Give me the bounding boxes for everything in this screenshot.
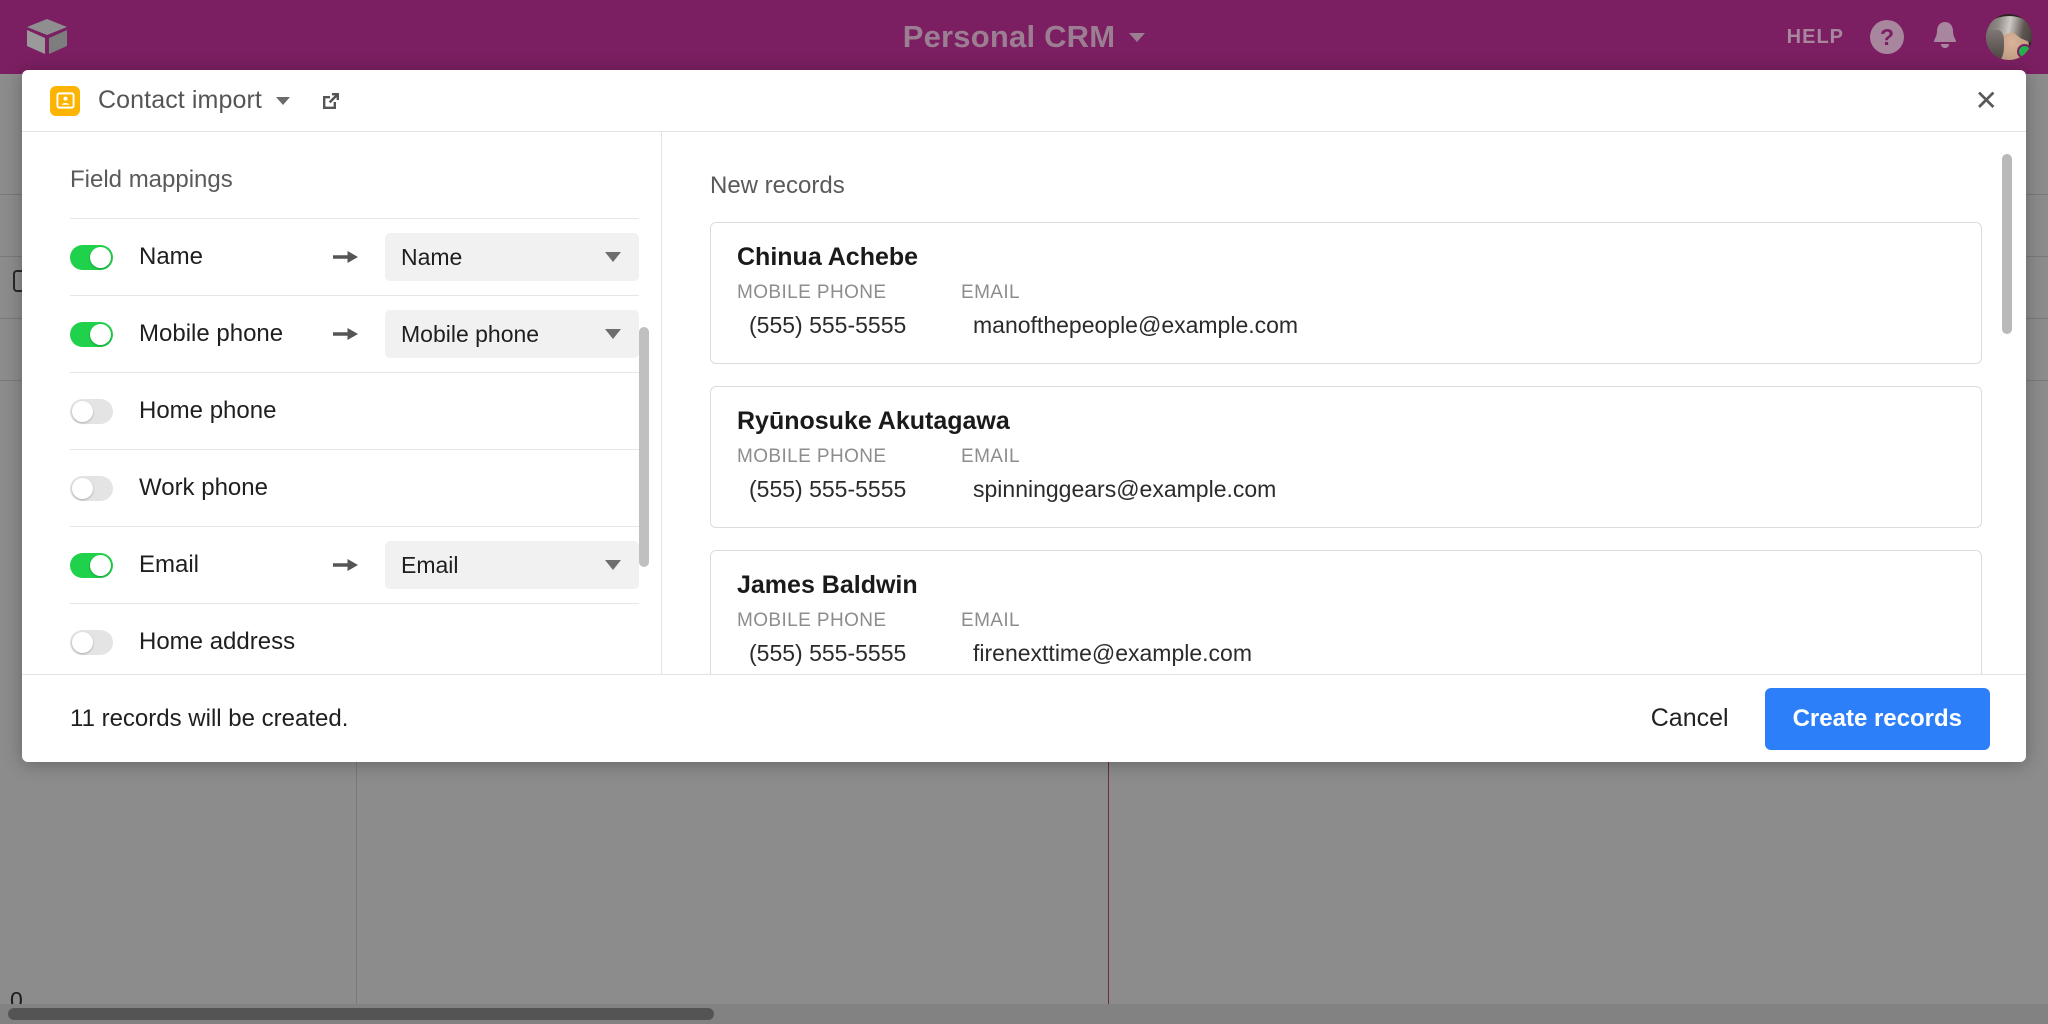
arrow-right-icon: [329, 326, 363, 342]
field-target-select-email[interactable]: Email: [385, 541, 639, 589]
new-records-heading: New records: [710, 172, 845, 199]
field-source-label: Email: [139, 551, 200, 578]
field-mappings-scrollbar[interactable]: [637, 202, 649, 666]
field-mappings-scrollbar-thumb[interactable]: [639, 327, 649, 567]
close-icon[interactable]: ✕: [1975, 86, 1998, 115]
field-source-label: Home phone: [139, 397, 277, 424]
chevron-down-icon[interactable]: [275, 96, 290, 105]
field-mapping-row[interactable]: Home phone: [70, 372, 639, 449]
record-phone-field: MOBILE PHONE (555) 555-5555: [737, 610, 961, 667]
new-records-panel: New records Chinua Achebe MOBILE PHONE (…: [662, 132, 2026, 674]
field-target-select-mobile-phone[interactable]: Mobile phone: [385, 310, 639, 358]
field-source-label: Work phone: [139, 474, 268, 501]
arrow-right-icon: [329, 557, 363, 573]
help-label[interactable]: HELP: [1787, 26, 1844, 49]
question-circle-icon[interactable]: ?: [1870, 20, 1904, 54]
caret-down-icon: [605, 252, 621, 262]
field-target-value: Mobile phone: [401, 320, 540, 347]
field-source-label: Mobile phone: [139, 320, 284, 347]
record-fields: MOBILE PHONE (555) 555-5555 EMAIL spinni…: [737, 446, 1955, 503]
bell-icon[interactable]: [1930, 19, 1960, 56]
field-target-select-home-phone: [385, 387, 639, 435]
arrow-right-icon: [329, 249, 363, 265]
field-target-value: Name: [401, 243, 463, 270]
new-records-scrollbar-thumb[interactable]: [2002, 154, 2012, 334]
field-mapping-row[interactable]: Work phone: [70, 449, 639, 526]
contact-card-icon: [50, 85, 80, 116]
field-toggle-mobile-phone[interactable]: [70, 321, 113, 347]
field-source-label: Home address: [139, 628, 296, 655]
avatar[interactable]: [1986, 14, 2032, 60]
record-phone-value: (555) 555-5555: [749, 312, 907, 338]
record-phone-field: MOBILE PHONE (555) 555-5555: [737, 282, 961, 339]
record-card[interactable]: Chinua Achebe MOBILE PHONE (555) 555-555…: [710, 222, 1982, 364]
app-root: 0 Personal CRM HELP ? Contact import ✕ F…: [0, 0, 2048, 1024]
record-fields: MOBILE PHONE (555) 555-5555 EMAIL manoft…: [737, 282, 1955, 339]
caret-down-icon: [605, 329, 621, 339]
field-toggle-home-address[interactable]: [70, 629, 113, 655]
caret-down-icon: [605, 560, 621, 570]
record-email-field: EMAIL firenexttime@example.com: [961, 610, 1252, 667]
record-email-label: EMAIL: [961, 282, 1021, 303]
create-records-button[interactable]: Create records: [1764, 687, 1990, 750]
field-source-label: Name: [139, 243, 204, 270]
airtable-cube-logo-icon[interactable]: [0, 17, 96, 57]
record-phone-label: MOBILE PHONE: [737, 610, 887, 631]
cancel-button[interactable]: Cancel: [1629, 692, 1751, 745]
field-target-value: Email: [401, 551, 459, 578]
footer-actions: Cancel Create records: [1629, 687, 1990, 750]
field-mappings-heading: Field mappings: [70, 166, 233, 193]
field-mappings-panel: Field mappings Name Name Mobile phone Mo…: [22, 132, 662, 674]
modal-footer: 11 records will be created. Cancel Creat…: [22, 674, 2026, 762]
modal-body: Field mappings Name Name Mobile phone Mo…: [22, 132, 2026, 674]
field-mapping-row[interactable]: Name Name: [70, 218, 639, 295]
chevron-down-icon: [1129, 32, 1146, 42]
record-name: Ryūnosuke Akutagawa: [737, 407, 1010, 435]
field-target-select-name[interactable]: Name: [385, 233, 639, 281]
field-toggle-name[interactable]: [70, 244, 113, 270]
record-card[interactable]: James Baldwin MOBILE PHONE (555) 555-555…: [710, 550, 1982, 674]
modal-title: Contact import: [98, 86, 262, 114]
record-phone-field: MOBILE PHONE (555) 555-5555: [737, 446, 961, 503]
record-name: James Baldwin: [737, 571, 918, 599]
contact-import-modal: Contact import ✕ Field mappings Name Nam…: [22, 70, 2026, 762]
record-phone-label: MOBILE PHONE: [737, 282, 887, 303]
base-title[interactable]: Personal CRM: [0, 0, 2048, 74]
record-email-value: firenexttime@example.com: [973, 640, 1252, 666]
field-mapping-row[interactable]: Email Email: [70, 526, 639, 603]
external-link-icon[interactable]: [320, 90, 342, 112]
field-target-select-work-phone: [385, 464, 639, 512]
modal-header: Contact import ✕: [22, 70, 2026, 132]
record-name: Chinua Achebe: [737, 243, 919, 271]
field-mapping-row[interactable]: Mobile phone Mobile phone: [70, 295, 639, 372]
base-title-label: Personal CRM: [902, 19, 1116, 54]
record-email-field: EMAIL spinninggears@example.com: [961, 446, 1276, 503]
record-email-value: spinninggears@example.com: [973, 476, 1277, 502]
record-phone-label: MOBILE PHONE: [737, 446, 887, 467]
record-card[interactable]: Ryūnosuke Akutagawa MOBILE PHONE (555) 5…: [710, 386, 1982, 528]
top-bar: Personal CRM HELP ?: [0, 0, 2048, 74]
field-target-select-home-address: [385, 618, 639, 666]
record-phone-value: (555) 555-5555: [749, 476, 907, 502]
field-toggle-home-phone[interactable]: [70, 398, 113, 424]
record-email-field: EMAIL manofthepeople@example.com: [961, 282, 1298, 339]
records-summary: 11 records will be created.: [70, 704, 349, 732]
record-phone-value: (555) 555-5555: [749, 640, 907, 666]
field-mapping-row[interactable]: Home address: [70, 603, 639, 674]
field-toggle-work-phone[interactable]: [70, 475, 113, 501]
record-fields: MOBILE PHONE (555) 555-5555 EMAIL firene…: [737, 610, 1955, 667]
field-toggle-email[interactable]: [70, 552, 113, 578]
top-bar-right-actions: HELP ?: [1787, 0, 2032, 74]
record-email-label: EMAIL: [961, 446, 1021, 467]
record-email-value: manofthepeople@example.com: [973, 312, 1299, 338]
status-badge-online: [2017, 44, 2032, 59]
record-email-label: EMAIL: [961, 610, 1021, 631]
avatar-hair-side: [1986, 30, 2004, 60]
